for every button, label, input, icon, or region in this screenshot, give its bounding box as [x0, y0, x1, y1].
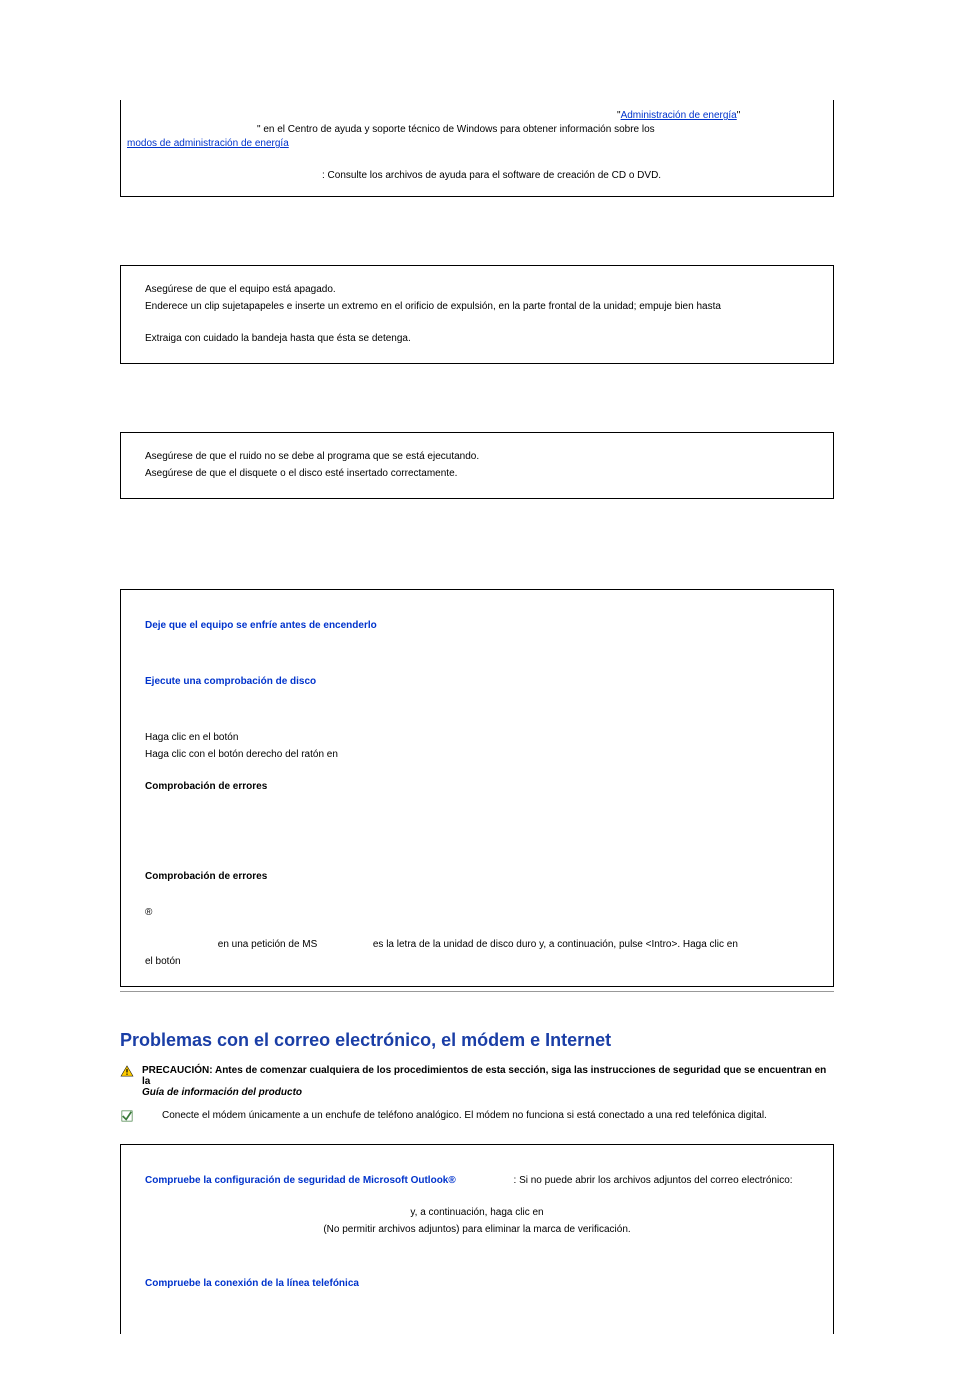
caution-text: Antes de comenzar cualquiera de los proc… — [142, 1065, 826, 1087]
hd-bottom-end: el botón — [145, 955, 809, 969]
hd-errorcheck-1: Comprobación de errores — [145, 781, 267, 792]
power-admin-link[interactable]: Administración de energía — [621, 110, 737, 121]
noise-step-1: Asegúrese de que el ruido no se debe al … — [145, 450, 809, 464]
phone-line-heading: Compruebe la conexión de la línea telefó… — [145, 1278, 359, 1289]
hd-ms-prompt: en una petición de MS — [215, 939, 317, 950]
hd-drive-letter-text: es la letra de la unidad de disco duro y… — [370, 939, 738, 950]
hd-registered: ® — [145, 906, 809, 920]
eject-step-1: Asegúrese de que el equipo está apagado. — [145, 283, 809, 297]
power-modes-link-2[interactable]: modos de administración de energía — [127, 138, 289, 149]
section-title-email-modem: Problemas con el correo electrónico, el … — [120, 1030, 834, 1051]
hd-step-2: Haga clic con el botón derecho del ratón… — [145, 748, 809, 762]
hd-heading-2: Ejecute una comprobación de disco — [145, 676, 316, 687]
power-mgmt-box: xxxxxxxxxxxxxxxxxxxxxxxxxxxxxxxxxxxxxxxx… — [120, 100, 834, 197]
caution-guide: Guía de información del producto — [142, 1087, 302, 1098]
noise-step-2: Asegúrese de que el disquete o el disco … — [145, 467, 809, 481]
hd-step-1: Haga clic en el botón — [145, 731, 809, 745]
harddisk-box: Deje que el equipo se enfríe antes de en… — [120, 589, 834, 987]
outlook-box: Compruebe la configuración de seguridad … — [120, 1144, 834, 1334]
caution-label: PRECAUCIÓN: — [142, 1065, 213, 1076]
note-icon — [120, 1110, 134, 1122]
note-text: Conecte el módem únicamente a un enchufe… — [162, 1110, 767, 1121]
warning-icon — [120, 1065, 134, 1077]
hd-heading-1: Deje que el equipo se enfríe antes de en… — [145, 620, 377, 631]
hd-errorcheck-2: Comprobación de errores — [145, 871, 267, 882]
eject-step-3: Extraiga con cuidado la bandeja hasta qu… — [145, 332, 809, 346]
noise-check-box: Asegúrese de que el ruido no se debe al … — [120, 432, 834, 499]
outlook-heading: Compruebe la configuración de seguridad … — [145, 1175, 456, 1186]
outlook-rest: : Si no puede abrir los archivos adjunto… — [514, 1175, 793, 1186]
eject-step-2: Enderece un clip sujetapapeles e inserte… — [145, 300, 809, 314]
eject-tray-box: Asegúrese de que el equipo está apagado.… — [120, 265, 834, 364]
outlook-mid-2: (No permitir archivos adjuntos) para eli… — [323, 1224, 630, 1235]
cd-software-text: : Consulte los archivos de ayuda para el… — [322, 170, 661, 181]
power-text-1: " en el Centro de ayuda y soporte técnic… — [257, 124, 657, 135]
outlook-mid-1: y, a continuación, haga clic en — [410, 1207, 543, 1218]
